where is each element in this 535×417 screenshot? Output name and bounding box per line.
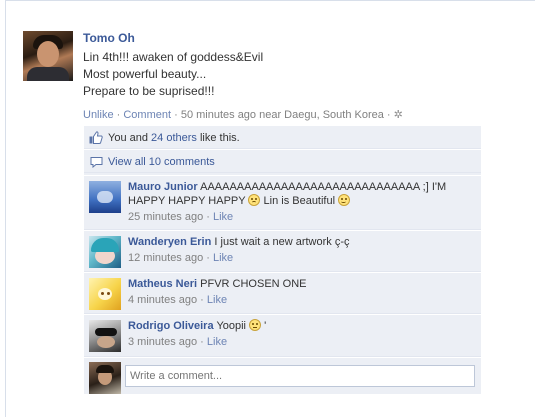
current-user-avatar: [89, 362, 121, 394]
comment-author[interactable]: Mauro Junior: [128, 181, 198, 193]
view-all-comments-link[interactable]: View all 10 comments: [108, 156, 215, 168]
comment-item: Wanderyen Erin I just wait a new artwork…: [84, 230, 481, 272]
meta-separator: ·: [383, 109, 394, 121]
commenter-avatar[interactable]: [89, 278, 121, 310]
comment-text: Lin is Beautiful: [260, 195, 339, 207]
comment-meta: 12 minutes ago · Like: [128, 252, 234, 264]
comment-meta: 3 minutes ago · Like: [128, 336, 228, 348]
meta-separator: ·: [113, 109, 124, 121]
comment-item: Mauro Junior AAAAAAAAAAAAAAAAAAAAAAAAAAA…: [84, 175, 481, 230]
comment-text: ': [261, 320, 267, 332]
write-comment-input[interactable]: [125, 365, 475, 387]
commenter-avatar[interactable]: [89, 320, 121, 352]
comment-author[interactable]: Wanderyen Erin: [128, 236, 211, 248]
comment-text: PFVR CHOSEN ONE: [200, 278, 307, 290]
post-message: Lin 4th!!! awaken of goddess&Evil Most p…: [83, 49, 263, 100]
comment-item: Matheus Neri PFVR CHOSEN ONE 4 minutes a…: [84, 272, 481, 314]
post-time-location: 50 minutes ago near Daegu, South Korea: [180, 109, 384, 121]
likes-row: You and 24 others like this.: [84, 126, 481, 149]
comment-time: 12 minutes ago: [128, 252, 204, 264]
comment-like-link[interactable]: Like: [207, 294, 227, 306]
thumbs-up-icon: [89, 131, 103, 144]
smile-emoticon-icon: [338, 194, 351, 206]
commenter-avatar[interactable]: [89, 181, 121, 213]
comment-like-link[interactable]: Like: [213, 252, 233, 264]
meta-separator: ·: [171, 109, 181, 121]
feedback-box: You and 24 others like this. View all 10…: [84, 126, 481, 394]
likes-summary: You and 24 others like this.: [108, 132, 240, 144]
comment-bubble-icon: [90, 157, 103, 168]
likes-others-link[interactable]: 24 others: [151, 132, 197, 144]
comment-time: 3 minutes ago: [128, 336, 198, 348]
post-message-line: Lin 4th!!! awaken of goddess&Evil: [83, 50, 264, 64]
comment-time: 4 minutes ago: [128, 294, 198, 306]
likes-suffix: like this.: [196, 132, 240, 144]
comment-author[interactable]: Matheus Neri: [128, 278, 197, 290]
comment-text: Yoopii: [216, 320, 250, 332]
likes-prefix: You and: [108, 132, 152, 144]
comment-like-link[interactable]: Like: [207, 336, 227, 348]
unlike-link[interactable]: Unlike: [83, 109, 114, 121]
comment-author[interactable]: Rodrigo Oliveira: [128, 320, 214, 332]
post-message-line: Prepare to be suprised!!!: [83, 84, 215, 98]
author-avatar[interactable]: [23, 31, 73, 81]
post-message-line: Most powerful beauty...: [83, 67, 207, 81]
write-comment-row: [84, 357, 481, 394]
commenter-avatar[interactable]: [89, 236, 121, 268]
comment-like-link[interactable]: Like: [213, 211, 233, 223]
post-author-name[interactable]: Tomo Oh: [83, 31, 135, 45]
comment-item: Rodrigo Oliveira Yoopii ' 3 minutes ago …: [84, 314, 481, 357]
comment-time: 25 minutes ago: [128, 211, 204, 223]
comment-meta: 25 minutes ago · Like: [128, 211, 234, 223]
neutral-emoticon-icon: [249, 319, 262, 331]
gear-icon[interactable]: ✲: [394, 109, 403, 121]
view-all-comments-row[interactable]: View all 10 comments: [84, 149, 481, 173]
sad-emoticon-icon: [248, 194, 261, 206]
post-meta: Unlike · Comment · 50 minutes ago near D…: [83, 108, 403, 121]
comment-link[interactable]: Comment: [123, 109, 171, 121]
comment-meta: 4 minutes ago · Like: [128, 294, 228, 306]
comment-text: I just wait a new artwork ç-ç: [214, 236, 350, 248]
